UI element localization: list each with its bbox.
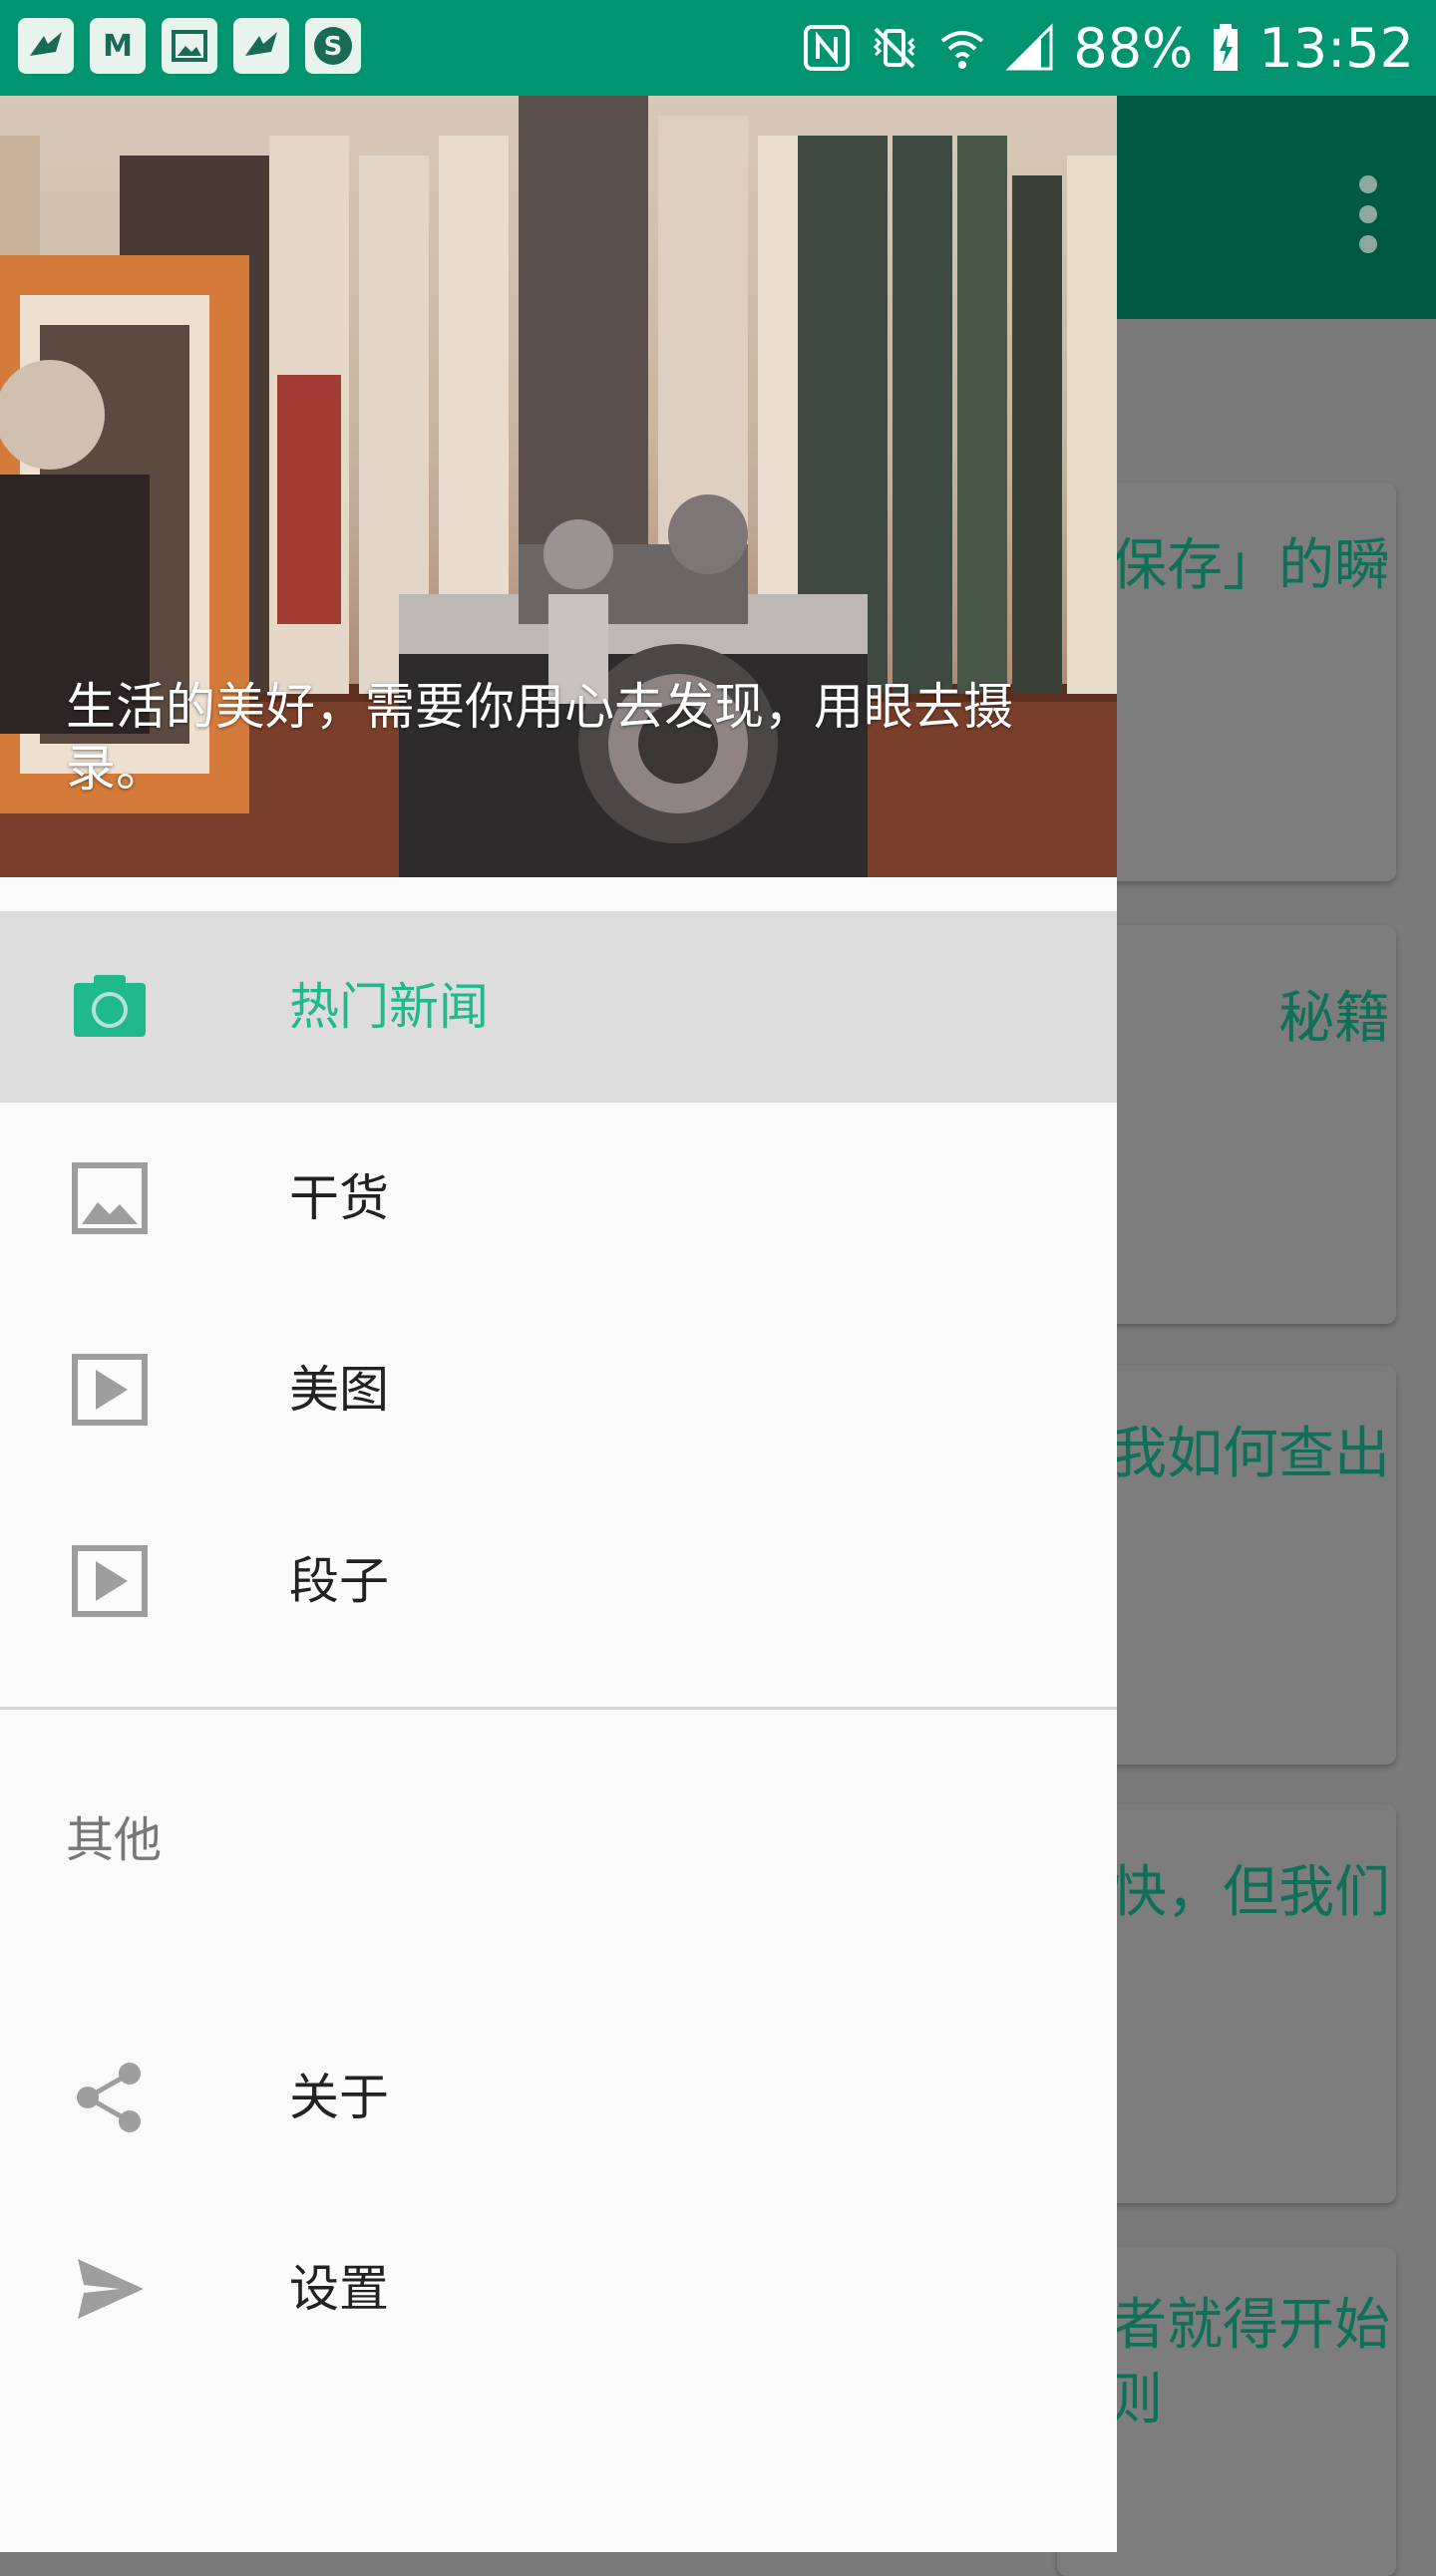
drawer-menu: 热门新闻 干货 美图 段子 xyxy=(0,911,1117,1677)
status-bar: M S 88% 13:52 xyxy=(0,0,1436,96)
bird-notification-icon xyxy=(233,18,289,74)
menu-item-label: 关于 xyxy=(289,2069,389,2126)
drawer-header: 生活的美好，需要你用心去发现，用眼去摄录。 xyxy=(0,96,1117,877)
play-box-icon xyxy=(72,1354,148,1426)
menu-item-hot-news[interactable]: 热门新闻 xyxy=(0,911,1117,1103)
send-icon xyxy=(78,2259,144,2319)
menu-item-about[interactable]: 关于 xyxy=(0,2002,1117,2193)
section-title-other: 其他 xyxy=(66,1812,163,1868)
menu-item-label: 美图 xyxy=(289,1361,389,1419)
bird-notification-icon xyxy=(18,18,74,74)
vibrate-mute-icon xyxy=(874,27,916,69)
m-app-icon: M xyxy=(90,18,146,74)
wifi-icon xyxy=(941,31,984,69)
menu-item-label: 热门新闻 xyxy=(289,978,489,1036)
notification-icons: M S xyxy=(18,18,361,74)
image-icon xyxy=(72,1162,148,1234)
s-app-icon: S xyxy=(305,18,361,74)
menu-item-settings[interactable]: 设置 xyxy=(0,2193,1117,2385)
camera-icon xyxy=(74,975,146,1037)
drawer-other-menu: 关于 设置 xyxy=(0,2002,1117,2385)
nfc-icon xyxy=(804,25,851,71)
menu-item-label: 设置 xyxy=(289,2260,389,2318)
menu-divider xyxy=(0,1707,1117,1710)
menu-item-ganhuo[interactable]: 干货 xyxy=(0,1103,1117,1294)
menu-item-label: 干货 xyxy=(289,1169,389,1227)
more-vert-icon[interactable] xyxy=(1356,175,1380,259)
system-status: 88% 13:52 xyxy=(802,14,1414,82)
header-quote: 生活的美好，需要你用心去发现，用眼去摄录。 xyxy=(66,678,1013,798)
clock: 13:52 xyxy=(1258,16,1414,80)
battery-charging-icon xyxy=(1214,24,1239,71)
signal-icon xyxy=(1005,23,1053,71)
menu-item-label: 段子 xyxy=(289,1552,389,1610)
menu-item-meitu[interactable]: 美图 xyxy=(0,1294,1117,1485)
navigation-drawer: 生活的美好，需要你用心去发现，用眼去摄录。 热门新闻 干货 美图 段子 其他 关… xyxy=(0,96,1117,2552)
battery-percent: 88% xyxy=(1073,16,1194,80)
menu-item-duanzi[interactable]: 段子 xyxy=(0,1485,1117,1677)
svg-text:S: S xyxy=(324,32,343,62)
share-icon xyxy=(77,2063,141,2132)
image-notification-icon xyxy=(162,18,217,74)
play-box-icon xyxy=(72,1545,148,1617)
